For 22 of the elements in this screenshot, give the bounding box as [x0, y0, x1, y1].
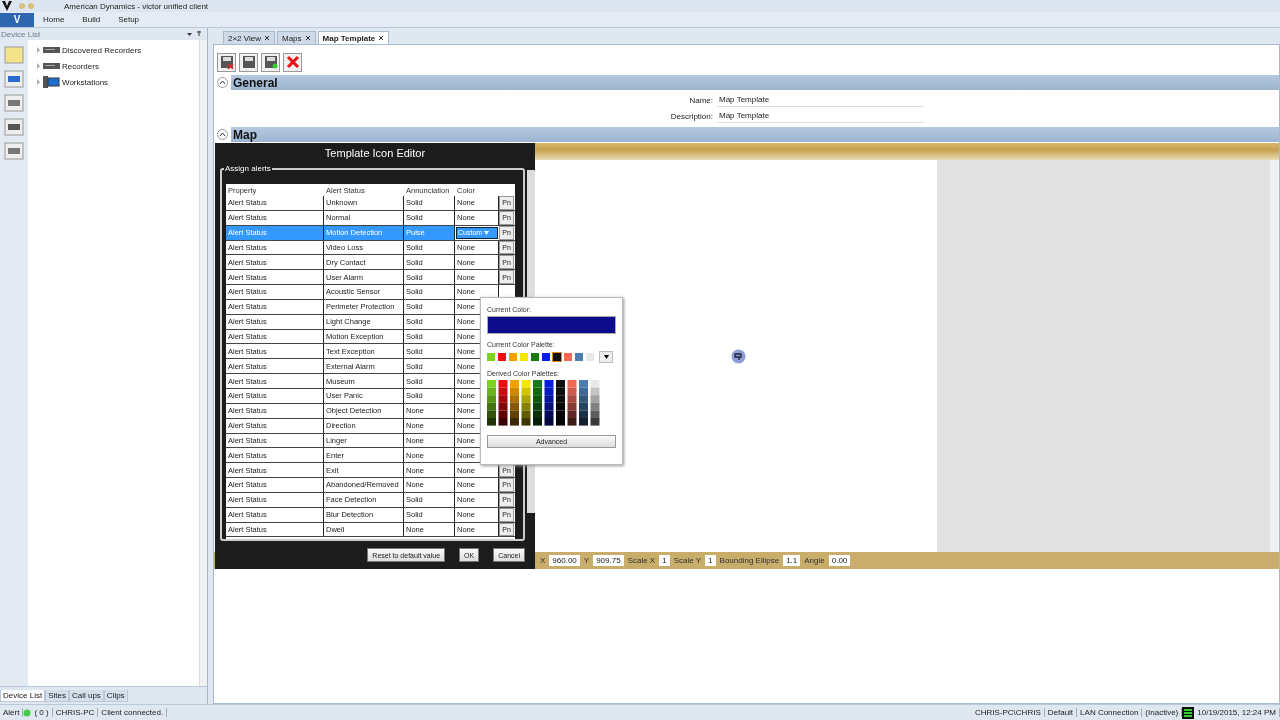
alert-status: Alert [0, 708, 24, 717]
property-label: Bounding Ellipse [719, 556, 780, 565]
alert-count: ( 0 ) [31, 708, 53, 717]
panel-title: Device List [1, 29, 41, 39]
dialog-title: Template Icon Editor [323, 146, 427, 161]
property-label: X [540, 556, 546, 565]
window-title: American Dynamics - victor unified client [64, 1, 209, 11]
property-label: Scale Y [673, 556, 702, 565]
group-label: Assign alerts [224, 164, 272, 173]
host-name: CHRIS-PC [52, 708, 99, 717]
user-name: CHRIS-PC\CHRIS [971, 708, 1045, 717]
section-header: General [231, 75, 1279, 90]
connection-type: LAN Connection [1077, 708, 1143, 717]
date-time: 10/19/2015, 12:24 PM [1194, 708, 1280, 717]
property-label: Scale X [627, 556, 656, 565]
field-label: Description: [670, 112, 713, 121]
property-label: Y [583, 556, 590, 565]
status-message: Client connected. [98, 708, 168, 717]
section-header: Map [231, 127, 1279, 142]
profile-name: Default [1044, 708, 1078, 717]
field-label: Name: [689, 96, 713, 105]
property-label: Angle [804, 556, 825, 565]
